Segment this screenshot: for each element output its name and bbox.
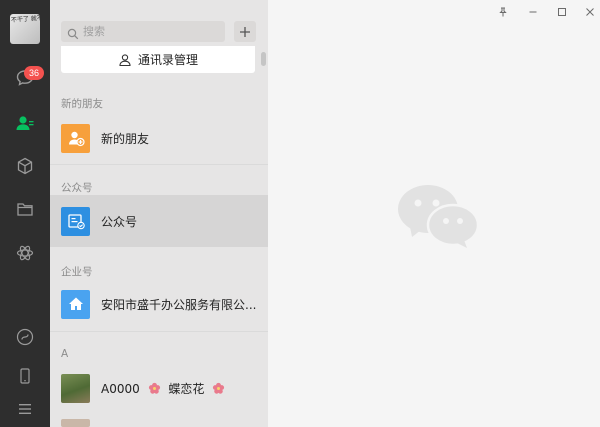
new-friends-icon: [61, 123, 90, 153]
avatar-text: 不干了 就不干了: [10, 14, 40, 24]
contacts-panel: 搜索 通讯录管理 新的朋友 新的朋友 公众号 公众号 企业号 安阳市盛千办公服务…: [50, 0, 268, 427]
flower-icon: [148, 382, 160, 394]
add-button[interactable]: [234, 21, 256, 42]
list-item-official-accounts[interactable]: 公众号: [50, 195, 268, 247]
contact-nickname: 蝶恋花: [168, 381, 205, 396]
home-icon: [61, 289, 90, 319]
section-header-enterprise: 企业号: [61, 266, 93, 278]
contacts-icon[interactable]: [13, 111, 37, 135]
contacts-manager-label: 通讯录管理: [137, 53, 198, 67]
maximize-icon[interactable]: [556, 6, 568, 18]
list-item-contact-a0000[interactable]: A0000 蝶恋花: [50, 362, 268, 414]
list-item-label: 公众号: [101, 214, 138, 229]
unread-badge: 36: [24, 66, 44, 80]
list-item-enterprise[interactable]: 安阳市盛千办公服务有限公...: [50, 278, 268, 330]
contact-name: A0000: [101, 381, 140, 396]
contacts-manager-button[interactable]: 通讯录管理: [61, 46, 255, 73]
official-account-icon: [61, 206, 90, 236]
scrollbar[interactable]: [261, 52, 266, 66]
contact-avatar: [61, 419, 90, 427]
user-avatar[interactable]: 不干了 就不干了: [10, 14, 40, 44]
divider: [50, 164, 268, 165]
moments-icon[interactable]: [13, 241, 37, 265]
close-icon[interactable]: [584, 6, 596, 18]
section-header-a: A: [61, 348, 69, 360]
menu-icon[interactable]: [13, 397, 37, 421]
list-item-partial[interactable]: [50, 419, 268, 427]
phone-icon[interactable]: [13, 364, 37, 388]
section-header-official-accounts: 公众号: [61, 182, 93, 194]
divider: [50, 331, 268, 332]
favorites-cube-icon[interactable]: [13, 154, 37, 178]
plus-icon: [240, 26, 250, 37]
list-item-new-friends[interactable]: 新的朋友: [50, 112, 268, 164]
minimize-icon[interactable]: [527, 6, 539, 18]
list-item-label: 新的朋友: [101, 131, 150, 146]
main-content-area: [268, 0, 600, 427]
person-outline-icon: [119, 53, 131, 66]
section-header-new-friends: 新的朋友: [61, 98, 103, 110]
flower-icon: [213, 382, 225, 394]
wechat-logo-watermark-icon: [398, 185, 480, 248]
pin-icon[interactable]: [497, 6, 509, 18]
search-box[interactable]: 搜索: [61, 21, 225, 42]
list-item-label: A0000 蝶恋花: [101, 380, 229, 397]
search-placeholder: 搜索: [83, 25, 105, 38]
list-item-label: 安阳市盛千办公服务有限公...: [101, 297, 257, 312]
contact-avatar: [61, 373, 90, 403]
search-icon: [67, 25, 79, 40]
folder-icon[interactable]: [13, 197, 37, 221]
mini-program-icon[interactable]: [13, 325, 37, 349]
left-nav-rail: 不干了 就不干了 36: [0, 0, 50, 427]
